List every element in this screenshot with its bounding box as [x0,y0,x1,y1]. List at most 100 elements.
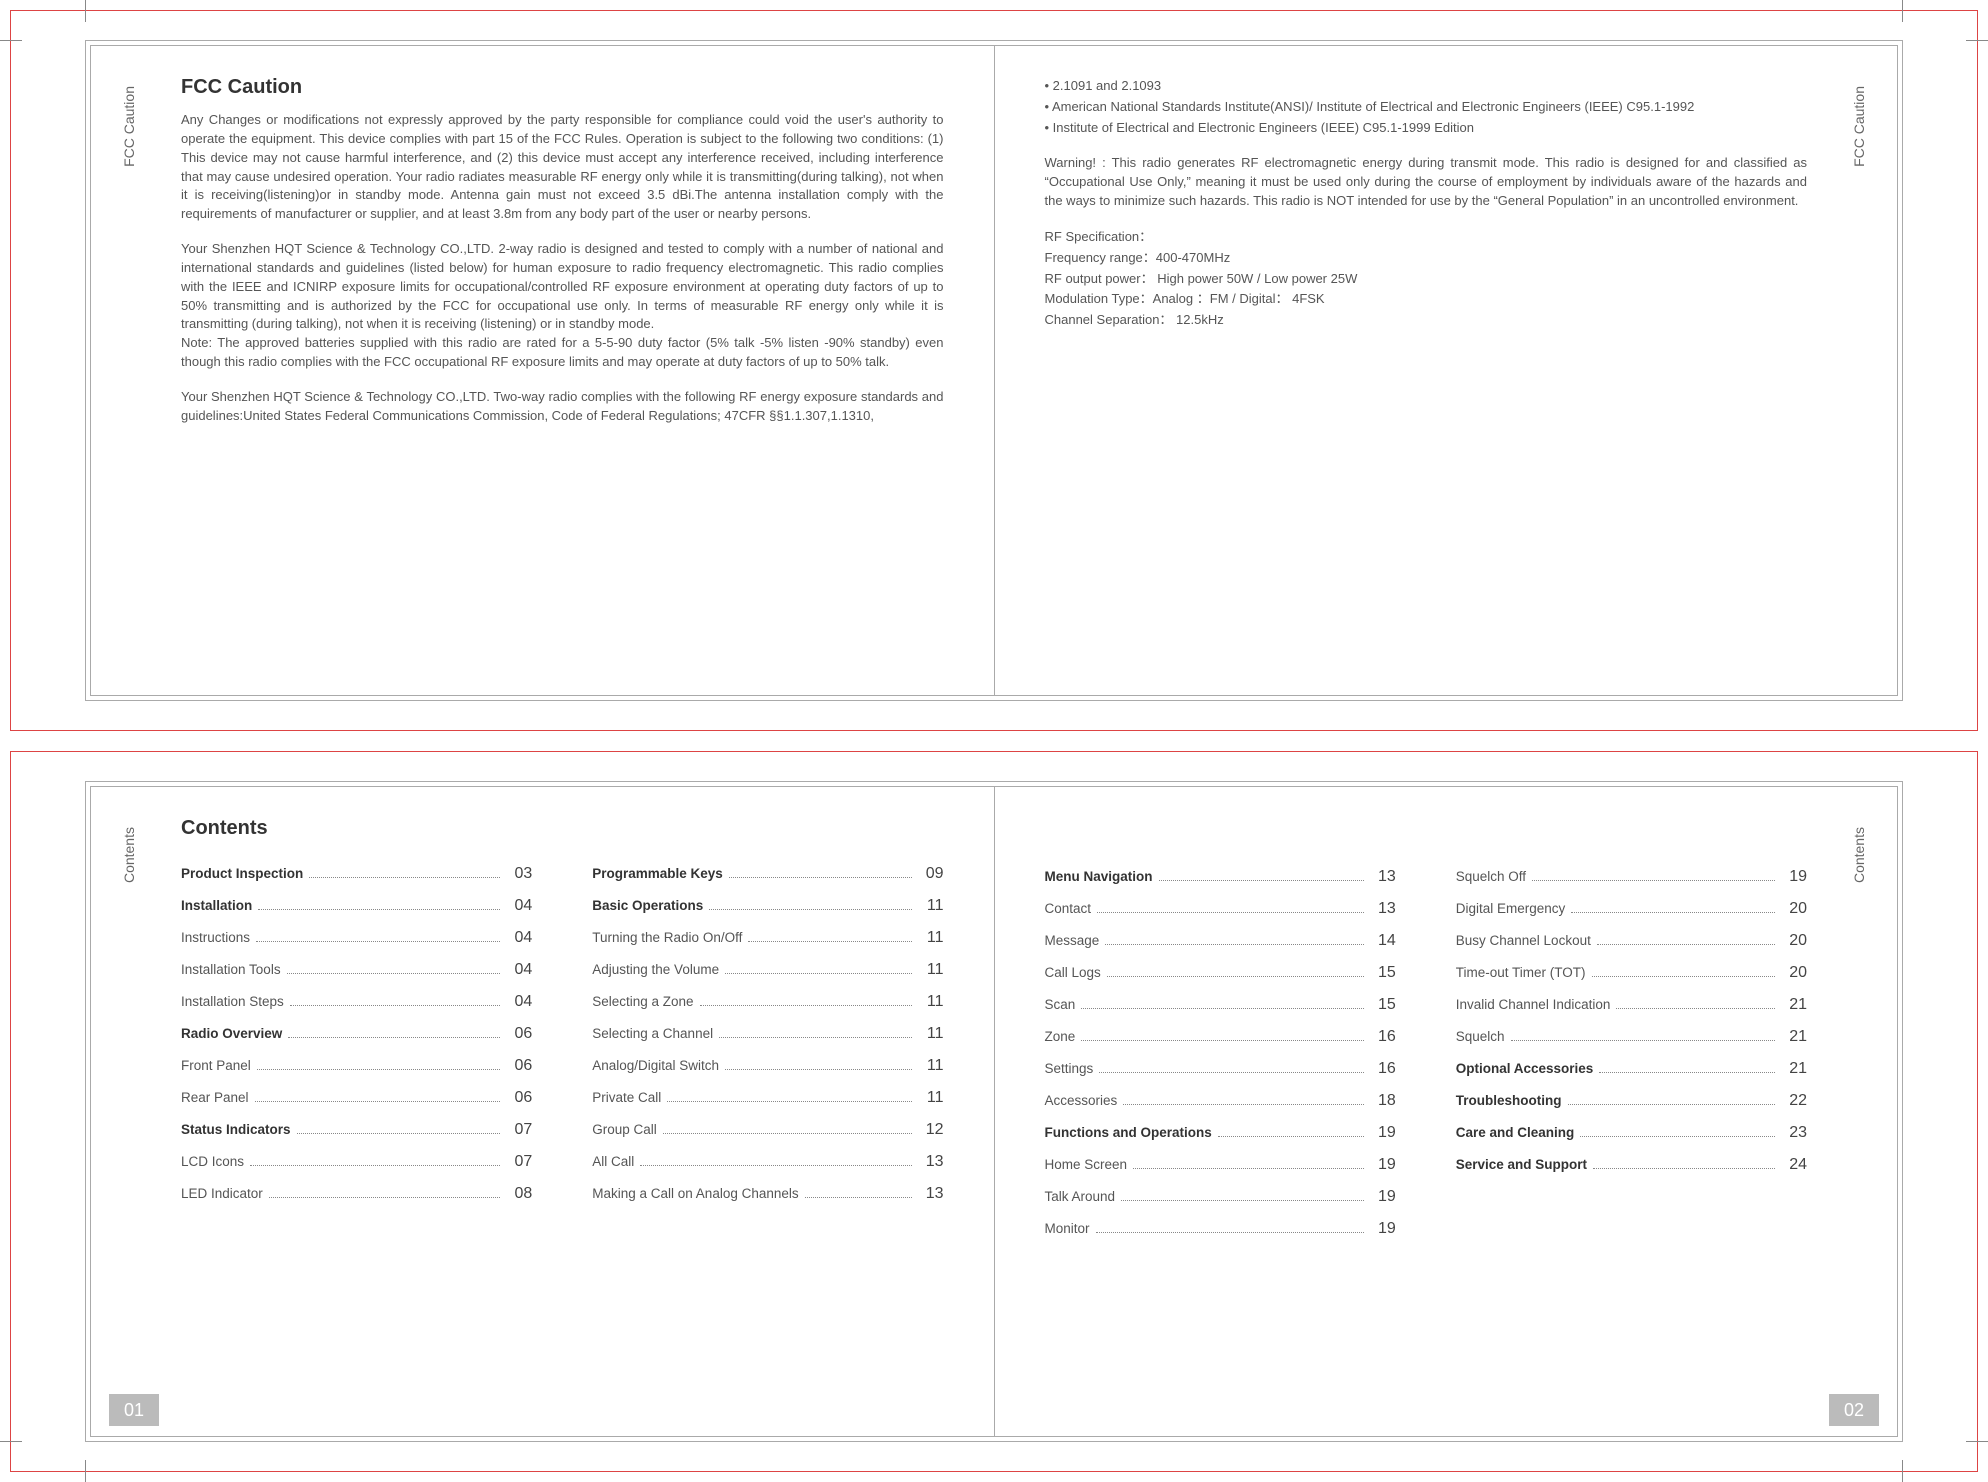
toc-page-number: 16 [1370,1053,1396,1085]
toc-columns-left: Product Inspection03Installation04Instru… [181,858,944,1210]
toc-label: Busy Channel Lockout [1456,927,1591,954]
toc-leader-dots [663,1133,912,1134]
toc-label: LED Indicator [181,1180,263,1207]
bullet: • Institute of Electrical and Electronic… [1045,118,1808,139]
toc-leader-dots [1599,1072,1775,1073]
toc-label: Settings [1045,1055,1094,1082]
toc-label: Radio Overview [181,1020,282,1047]
toc-leader-dots [729,877,912,878]
toc-label: Talk Around [1045,1183,1116,1210]
toc-col-3: Menu Navigation13Contact13Message14Call … [1045,861,1396,1245]
toc-row: Installation Steps 04 [181,986,532,1018]
toc-leader-dots [309,877,500,878]
rf-spec-block: RF Specification： Frequency range：400-47… [1045,227,1808,331]
fcc-title: FCC Caution [181,76,944,99]
toc-row: Settings 16 [1045,1053,1396,1085]
toc-row: All Call 13 [592,1146,943,1178]
toc-label: Home Screen [1045,1151,1128,1178]
toc-leader-dots [1081,1008,1363,1009]
crop-tick [85,1460,86,1482]
bullet-text: American National Standards Institute(AN… [1052,99,1694,114]
toc-row: Selecting a Channel11 [592,1018,943,1050]
crop-tick [1966,40,1988,41]
toc-page-number: 04 [506,954,532,986]
toc-label: Front Panel [181,1052,251,1079]
toc-page-number: 04 [506,890,532,922]
toc-leader-dots [258,909,500,910]
toc-page-number: 12 [918,1114,944,1146]
toc-row: Selecting a Zone 11 [592,986,943,1018]
toc-label: Instructions [181,924,250,951]
toc-label: Accessories [1045,1087,1118,1114]
toc-label: Scan [1045,991,1076,1018]
toc-label: Installation [181,892,252,919]
toc-label: Status Indicators [181,1116,291,1143]
toc-page-number: 13 [918,1178,944,1210]
toc-page-number: 09 [918,858,944,890]
toc-leader-dots [288,1037,500,1038]
toc-leader-dots [1580,1136,1775,1137]
spec-line: Modulation Type：Analog ：FM / Digital： 4F… [1045,289,1808,310]
document-spread: FCC Caution FCC Caution Any Changes or m… [0,0,1988,1482]
toc-page-number: 04 [506,922,532,954]
leaf-fcc-right: FCC Caution • 2.1091 and 2.1093 • Americ… [994,46,1898,695]
toc-row: LED Indicator08 [181,1178,532,1210]
toc-row: Service and Support24 [1456,1149,1807,1181]
toc-label: Squelch Off [1456,863,1526,890]
toc-leader-dots [1511,1040,1775,1041]
toc-label: Monitor [1045,1215,1090,1242]
toc-leader-dots [1593,1168,1775,1169]
toc-label: Group Call [592,1116,657,1143]
fcc-para-1: Any Changes or modifications not express… [181,111,944,224]
side-tab-left: FCC Caution [121,86,137,167]
toc-label: Installation Steps [181,988,284,1015]
toc-label: Squelch [1456,1023,1505,1050]
toc-label: Care and Cleaning [1456,1119,1575,1146]
toc-row: Squelch 21 [1456,1021,1807,1053]
toc-leader-dots [1133,1168,1364,1169]
toc-page-number: 06 [506,1050,532,1082]
toc-leader-dots [1081,1040,1363,1041]
toc-row: Home Screen 19 [1045,1149,1396,1181]
toc-page-number: 13 [1370,893,1396,925]
toc-row: Contact13 [1045,893,1396,925]
toc-page-number: 06 [506,1082,532,1114]
toc-page-number: 20 [1781,957,1807,989]
page-frame: FCC Caution FCC Caution Any Changes or m… [85,40,1903,701]
toc-page-number: 19 [1370,1149,1396,1181]
toc-label: Rear Panel [181,1084,249,1111]
toc-col-4: Squelch Off19Digital Emergency20Busy Cha… [1456,861,1807,1245]
toc-page-number: 16 [1370,1021,1396,1053]
toc-page-number: 11 [918,890,944,922]
toc-label: Making a Call on Analog Channels [592,1180,798,1207]
toc-leader-dots [290,1005,500,1006]
toc-label: All Call [592,1148,634,1175]
toc-page-number: 06 [506,1018,532,1050]
toc-label: Selecting a Zone [592,988,693,1015]
toc-label: Optional Accessories [1456,1055,1594,1082]
toc-row: Monitor19 [1045,1213,1396,1245]
toc-label: Installation Tools [181,956,281,983]
toc-page-number: 13 [918,1146,944,1178]
toc-page-number: 20 [1781,925,1807,957]
toc-row: Menu Navigation13 [1045,861,1396,893]
toc-leader-dots [640,1165,911,1166]
toc-label: Time-out Timer (TOT) [1456,959,1586,986]
toc-row: Troubleshooting22 [1456,1085,1807,1117]
toc-page-number: 04 [506,986,532,1018]
bullet: • American National Standards Institute(… [1045,97,1808,118]
side-tab-left: Contents [121,827,137,883]
toc-label: Analog/Digital Switch [592,1052,719,1079]
toc-leader-dots [269,1197,500,1198]
toc-leader-dots [667,1101,911,1102]
toc-leader-dots [1123,1104,1363,1105]
toc-label: Invalid Channel Indication [1456,991,1611,1018]
toc-page-number: 11 [918,986,944,1018]
toc-leader-dots [1099,1072,1363,1073]
toc-leader-dots [748,941,911,942]
toc-page-number: 18 [1370,1085,1396,1117]
toc-page-number: 15 [1370,957,1396,989]
toc-leader-dots [1218,1136,1364,1137]
toc-row: Instructions 04 [181,922,532,954]
toc-page-number: 21 [1781,1021,1807,1053]
